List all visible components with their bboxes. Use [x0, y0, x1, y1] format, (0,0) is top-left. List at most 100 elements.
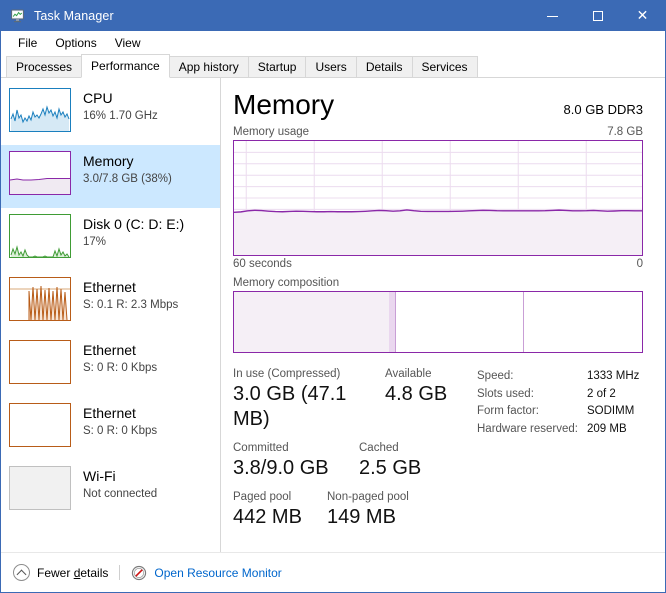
- footer-separator: [119, 565, 121, 580]
- memory-composition-bar[interactable]: [233, 291, 643, 353]
- sidebar-item-ethernet-3[interactable]: Ethernet S: 0 R: 0 Kbps: [1, 397, 220, 460]
- stat-label: Paged pool: [233, 491, 292, 503]
- sidebar-item-memory[interactable]: Memory 3.0/7.8 GB (38%): [1, 145, 220, 208]
- menu-item-view[interactable]: View: [106, 34, 150, 52]
- sidebar-item-sublabel: 3.0/7.8 GB (38%): [83, 173, 172, 185]
- usage-graph-max: 7.8 GB: [607, 126, 643, 138]
- stat-value: SODIMM: [587, 405, 635, 417]
- sidebar-item-ethernet-2[interactable]: Ethernet S: 0 R: 0 Kbps: [1, 334, 220, 397]
- stat-value: 3.8/9.0 GB: [233, 457, 329, 479]
- stat-row: Paged pool 442 MB Non-paged pool 149 MB: [233, 490, 469, 530]
- window-buttons: ✕: [530, 1, 665, 31]
- menu-item-file[interactable]: File: [9, 34, 46, 52]
- task-manager-icon: [10, 8, 26, 24]
- sidebar-item-sublabel: S: 0 R: 0 Kbps: [83, 425, 158, 437]
- sidebar-text-disk-0: Disk 0 (C: D: E:) 17%: [83, 214, 184, 250]
- stat-label: Speed:: [477, 370, 514, 382]
- tab-services[interactable]: Services: [411, 56, 478, 78]
- sidebar-text-memory: Memory 3.0/7.8 GB (38%): [83, 151, 172, 187]
- sidebar-item-wifi[interactable]: Wi-Fi Not connected: [1, 460, 220, 523]
- tab-app-history[interactable]: App history: [168, 56, 249, 78]
- sidebar-text-cpu: CPU 16% 1.70 GHz: [83, 88, 158, 124]
- stat-value: 442 MB: [233, 506, 302, 528]
- stat-value: 209 MB: [587, 422, 627, 435]
- composition-free-segment[interactable]: [523, 292, 642, 352]
- stat-form-factor: Form factor: SODIMM: [477, 403, 643, 421]
- resource-monitor-link[interactable]: Open Resource Monitor: [154, 566, 281, 580]
- stat-value: 2.5 GB: [359, 457, 422, 479]
- sidebar-item-ethernet-1[interactable]: Ethernet S: 0.1 R: 2.3 Mbps: [1, 271, 220, 334]
- tab-details[interactable]: Details: [355, 56, 413, 78]
- composition-standby-segment[interactable]: [396, 292, 523, 352]
- memory-spec-label: 8.0 GB DDR3: [563, 102, 643, 117]
- stat-label: Slots used:: [477, 387, 534, 400]
- stat-available: Available 4.8 GB: [385, 367, 469, 432]
- memory-stats: In use (Compressed) 3.0 GB (47.1 MB) Ava…: [233, 367, 643, 539]
- tab-performance[interactable]: Performance: [81, 54, 170, 78]
- stat-label: Non-paged pool: [327, 491, 409, 503]
- sidebar-item-sublabel: 17%: [83, 236, 107, 248]
- disk-thumbnail-graph: [9, 214, 71, 258]
- sidebar-item-cpu[interactable]: CPU 16% 1.70 GHz: [1, 82, 220, 145]
- stat-committed: Committed 3.8/9.0 GB: [233, 441, 359, 481]
- minimize-button[interactable]: [530, 1, 575, 31]
- composition-labels: Memory composition: [233, 277, 643, 289]
- sidebar-item-sublabel: 16% 1.70 GHz: [83, 110, 158, 122]
- composition-title: Memory composition: [233, 277, 340, 289]
- sidebar-text-wifi: Wi-Fi Not connected: [83, 466, 157, 502]
- tab-users[interactable]: Users: [305, 56, 357, 78]
- maximize-button[interactable]: [575, 1, 620, 31]
- ethernet-thumbnail-graph: [9, 277, 71, 321]
- stat-cached: Cached 2.5 GB: [359, 441, 443, 481]
- tab-processes[interactable]: Processes: [6, 56, 83, 78]
- memory-usage-graph[interactable]: [233, 140, 643, 256]
- menu-item-options[interactable]: Options: [46, 34, 105, 52]
- stat-label: Committed: [233, 442, 289, 454]
- sidebar-item-label: Ethernet: [83, 405, 136, 421]
- sidebar-item-label: Ethernet: [83, 279, 136, 295]
- stat-speed: Speed: 1333 MHz: [477, 368, 643, 386]
- stat-label: Available: [385, 368, 432, 380]
- memory-stats-right: Speed: 1333 MHz Slots used: 2 of 2 Form …: [469, 367, 643, 539]
- close-icon: ✕: [636, 8, 649, 24]
- ethernet-thumbnail-graph: [9, 340, 71, 384]
- status-bar: Fewer details Open Resource Monitor: [1, 552, 665, 592]
- window-title: Task Manager: [34, 9, 114, 23]
- sidebar-text-ethernet-2: Ethernet S: 0 R: 0 Kbps: [83, 340, 157, 376]
- stat-label: Cached: [359, 442, 399, 454]
- task-manager-window: Task Manager ✕ File Options View Process…: [0, 0, 666, 593]
- maximize-icon: [592, 11, 603, 21]
- panel-header: Memory 8.0 GB DDR3: [233, 88, 643, 122]
- stat-row: Committed 3.8/9.0 GB Cached 2.5 GB: [233, 441, 469, 481]
- sidebar-text-ethernet-1: Ethernet S: 0.1 R: 2.3 Mbps: [83, 277, 178, 313]
- ethernet-thumbnail-graph: [9, 403, 71, 447]
- memory-thumbnail-graph: [9, 151, 71, 195]
- menu-bar: File Options View: [1, 31, 665, 54]
- minimize-icon: [547, 15, 558, 17]
- tab-strip: Processes Performance App history Startu…: [1, 54, 665, 78]
- sidebar-item-disk-0[interactable]: Disk 0 (C: D: E:) 17%: [1, 208, 220, 271]
- fewer-details-label: Fewer details: [37, 565, 109, 580]
- usage-graph-time-left: 60 seconds: [233, 258, 292, 270]
- title-bar: Task Manager ✕: [1, 1, 665, 31]
- open-resource-monitor-button[interactable]: Open Resource Monitor: [131, 565, 282, 581]
- fewer-details-button[interactable]: Fewer details: [13, 564, 108, 581]
- memory-stats-left: In use (Compressed) 3.0 GB (47.1 MB) Ava…: [233, 367, 469, 539]
- sidebar-text-ethernet-3: Ethernet S: 0 R: 0 Kbps: [83, 403, 157, 439]
- stat-label: Form factor:: [477, 405, 539, 417]
- sidebar-item-sublabel: S: 0.1 R: 2.3 Mbps: [83, 299, 179, 311]
- stat-label: Hardware reserved:: [477, 422, 578, 435]
- page-title: Memory: [233, 89, 335, 120]
- cpu-thumbnail-graph: [9, 88, 71, 132]
- stat-hardware-reserved: Hardware reserved: 209 MB: [477, 421, 643, 439]
- sidebar-item-label: Wi-Fi: [83, 468, 116, 484]
- memory-detail-panel: Memory 8.0 GB DDR3 Memory usage 7.8 GB 6…: [221, 78, 665, 552]
- stat-label: In use (Compressed): [233, 368, 341, 380]
- sidebar-item-sublabel: Not connected: [83, 488, 158, 500]
- close-button[interactable]: ✕: [620, 1, 665, 31]
- stat-value: 1333 MHz: [587, 370, 640, 382]
- tab-startup[interactable]: Startup: [247, 56, 307, 78]
- sidebar-item-sublabel: S: 0 R: 0 Kbps: [83, 362, 158, 374]
- composition-in-use-segment[interactable]: [234, 292, 390, 352]
- chevron-up-icon: [13, 564, 30, 581]
